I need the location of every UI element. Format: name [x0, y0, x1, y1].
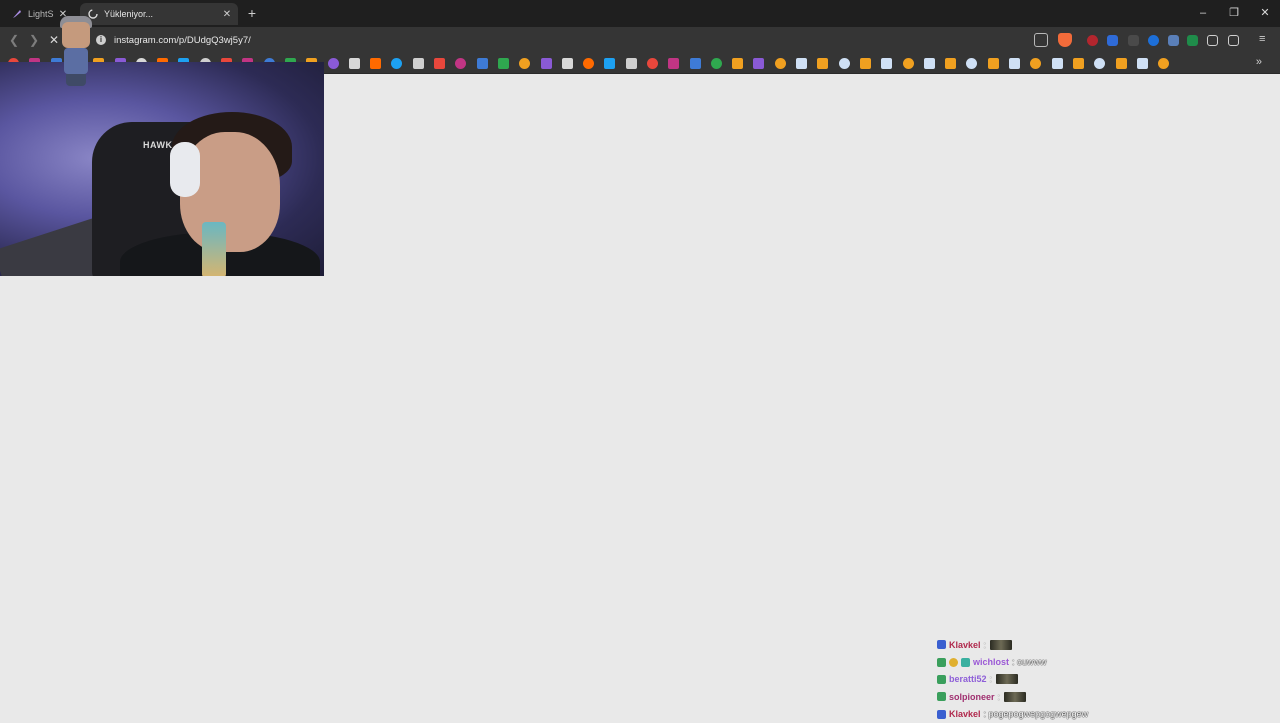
bookmark-favicon-icon[interactable] [413, 58, 424, 69]
bookmark-favicon-icon[interactable] [1009, 58, 1020, 69]
bookmark-favicon-icon[interactable] [541, 58, 552, 69]
chat-message: Klavkel : [937, 636, 1177, 653]
bookmark-favicon-icon[interactable] [1158, 58, 1169, 69]
bookmark-favicon-icon[interactable] [796, 58, 807, 69]
address-bar[interactable]: i [88, 30, 1078, 50]
bookmark-favicon-icon[interactable] [753, 58, 764, 69]
new-tab-button[interactable]: + [244, 5, 260, 21]
close-tab-icon[interactable]: ✕ [220, 9, 234, 20]
extension-icon[interactable] [1107, 35, 1118, 46]
webcam-overlay: HAWK [0, 62, 324, 276]
bookmark-favicon-icon[interactable] [562, 58, 573, 69]
bookmark-favicon-icon[interactable] [477, 58, 488, 69]
ublock-icon[interactable] [1087, 35, 1098, 46]
bookmark-favicon-icon[interactable] [668, 58, 679, 69]
feather-icon [12, 9, 22, 19]
bookmark-favicon-icon[interactable] [732, 58, 743, 69]
microphone [202, 222, 226, 276]
bookmark-favicon-icon[interactable] [945, 58, 956, 69]
bookmark-favicon-icon[interactable] [903, 58, 914, 69]
sidebar-icon[interactable] [1228, 35, 1239, 46]
bookmark-favicon-icon[interactable] [1030, 58, 1041, 69]
bookmark-favicon-icon[interactable] [1137, 58, 1148, 69]
tab-title: LightS [28, 9, 54, 19]
puzzle-icon[interactable] [1207, 35, 1218, 46]
chat-message: beratti52 : [937, 671, 1177, 688]
emote-icon [1004, 691, 1027, 702]
bookmark-favicon-icon[interactable] [391, 58, 402, 69]
chat-text: : ouwww [1012, 657, 1047, 668]
bookmark-favicon-icon[interactable] [860, 58, 871, 69]
url-input[interactable] [114, 34, 714, 46]
chat-username: Klavkel [949, 709, 981, 720]
bookmark-favicon-icon[interactable] [881, 58, 892, 69]
bookmark-favicon-icon[interactable] [434, 58, 445, 69]
chat-overlay: Klavkel : wichlost : ouwww beratti52 : s… [937, 636, 1177, 723]
bookmark-favicon-icon[interactable] [498, 58, 509, 69]
excel-icon[interactable] [1187, 35, 1198, 46]
tab-strip: LightS ✕ Yükleniyor... ✕ + – ❐ ✕ [0, 0, 1280, 27]
badge-icon [937, 640, 946, 650]
chair-brand: HAWK [143, 140, 173, 150]
bookmark-favicon-icon[interactable] [817, 58, 828, 69]
emote-icon [990, 639, 1013, 650]
bookmark-favicon-icon[interactable] [690, 58, 701, 69]
bookmark-favicon-icon[interactable] [1094, 58, 1105, 69]
mascot-sticker [56, 16, 96, 88]
close-window-button[interactable]: ✕ [1255, 4, 1275, 22]
brave-shield-icon[interactable] [1058, 33, 1072, 47]
bookmark-favicon-icon[interactable] [775, 58, 786, 69]
bookmark-favicon-icon[interactable] [328, 58, 339, 69]
badge-icon [937, 674, 946, 684]
chat-message: Klavkel : pogepogwepgogwepgew [937, 706, 1177, 723]
bookmark-favicon-icon[interactable] [924, 58, 935, 69]
bookmark-favicon-icon[interactable] [370, 58, 381, 69]
chat-username: Klavkel [949, 639, 981, 650]
bookmark-favicon-icon[interactable] [711, 58, 722, 69]
chat-message: wichlost : ouwww [937, 653, 1177, 670]
bookmarks-overflow-icon[interactable]: » [1256, 56, 1262, 68]
badge-icon [937, 657, 946, 667]
chat-text: : [989, 674, 993, 685]
badge-icon [961, 657, 970, 667]
extension-icon[interactable] [1148, 35, 1159, 46]
bookmark-favicon-icon[interactable] [1052, 58, 1063, 69]
bookmark-favicon-icon[interactable] [604, 58, 615, 69]
bookmark-favicon-icon[interactable] [583, 58, 594, 69]
bookmark-favicon-icon[interactable] [519, 58, 530, 69]
chat-text: : [997, 691, 1001, 702]
badge-icon [937, 709, 946, 719]
bookmark-favicon-icon[interactable] [839, 58, 850, 69]
chat-username: beratti52 [949, 674, 987, 685]
bookmark-favicon-icon[interactable] [1073, 58, 1084, 69]
tab-title: Yükleniyor... [104, 9, 154, 19]
extension-icon[interactable] [1168, 35, 1179, 46]
bookmark-favicon-icon[interactable] [1116, 58, 1127, 69]
minimize-button[interactable]: – [1193, 4, 1213, 22]
chat-username: wichlost [973, 657, 1010, 668]
chat-text: : pogepogwepgogwepgew [983, 709, 1089, 720]
chat-username: solpioneer [949, 691, 995, 702]
bookmark-favicon-icon[interactable] [455, 58, 466, 69]
headset [170, 142, 200, 197]
menu-icon[interactable]: ≡ [1259, 33, 1273, 47]
emote-icon [996, 674, 1019, 685]
chat-message: solpioneer : [937, 688, 1177, 705]
site-info-icon[interactable]: i [96, 35, 106, 45]
bookmark-favicon-icon[interactable] [626, 58, 637, 69]
forward-icon[interactable]: ❯ [26, 32, 42, 48]
bookmark-favicon-icon[interactable] [966, 58, 977, 69]
badge-icon [949, 657, 958, 667]
back-icon[interactable]: ❮ [6, 32, 22, 48]
browser-toolbar: ❮ ❯ ✕ i ≡ [0, 27, 1280, 53]
chat-text: : [983, 639, 987, 650]
bookmark-favicon-icon[interactable] [647, 58, 658, 69]
extension-icon[interactable] [1128, 35, 1139, 46]
tab-loading[interactable]: Yükleniyor... ✕ [80, 3, 238, 25]
bookmark-favicon-icon[interactable] [988, 58, 999, 69]
maximize-button[interactable]: ❐ [1224, 4, 1244, 22]
share-icon[interactable] [1034, 33, 1048, 47]
bookmark-favicon-icon[interactable] [349, 58, 360, 69]
badge-icon [937, 692, 946, 702]
